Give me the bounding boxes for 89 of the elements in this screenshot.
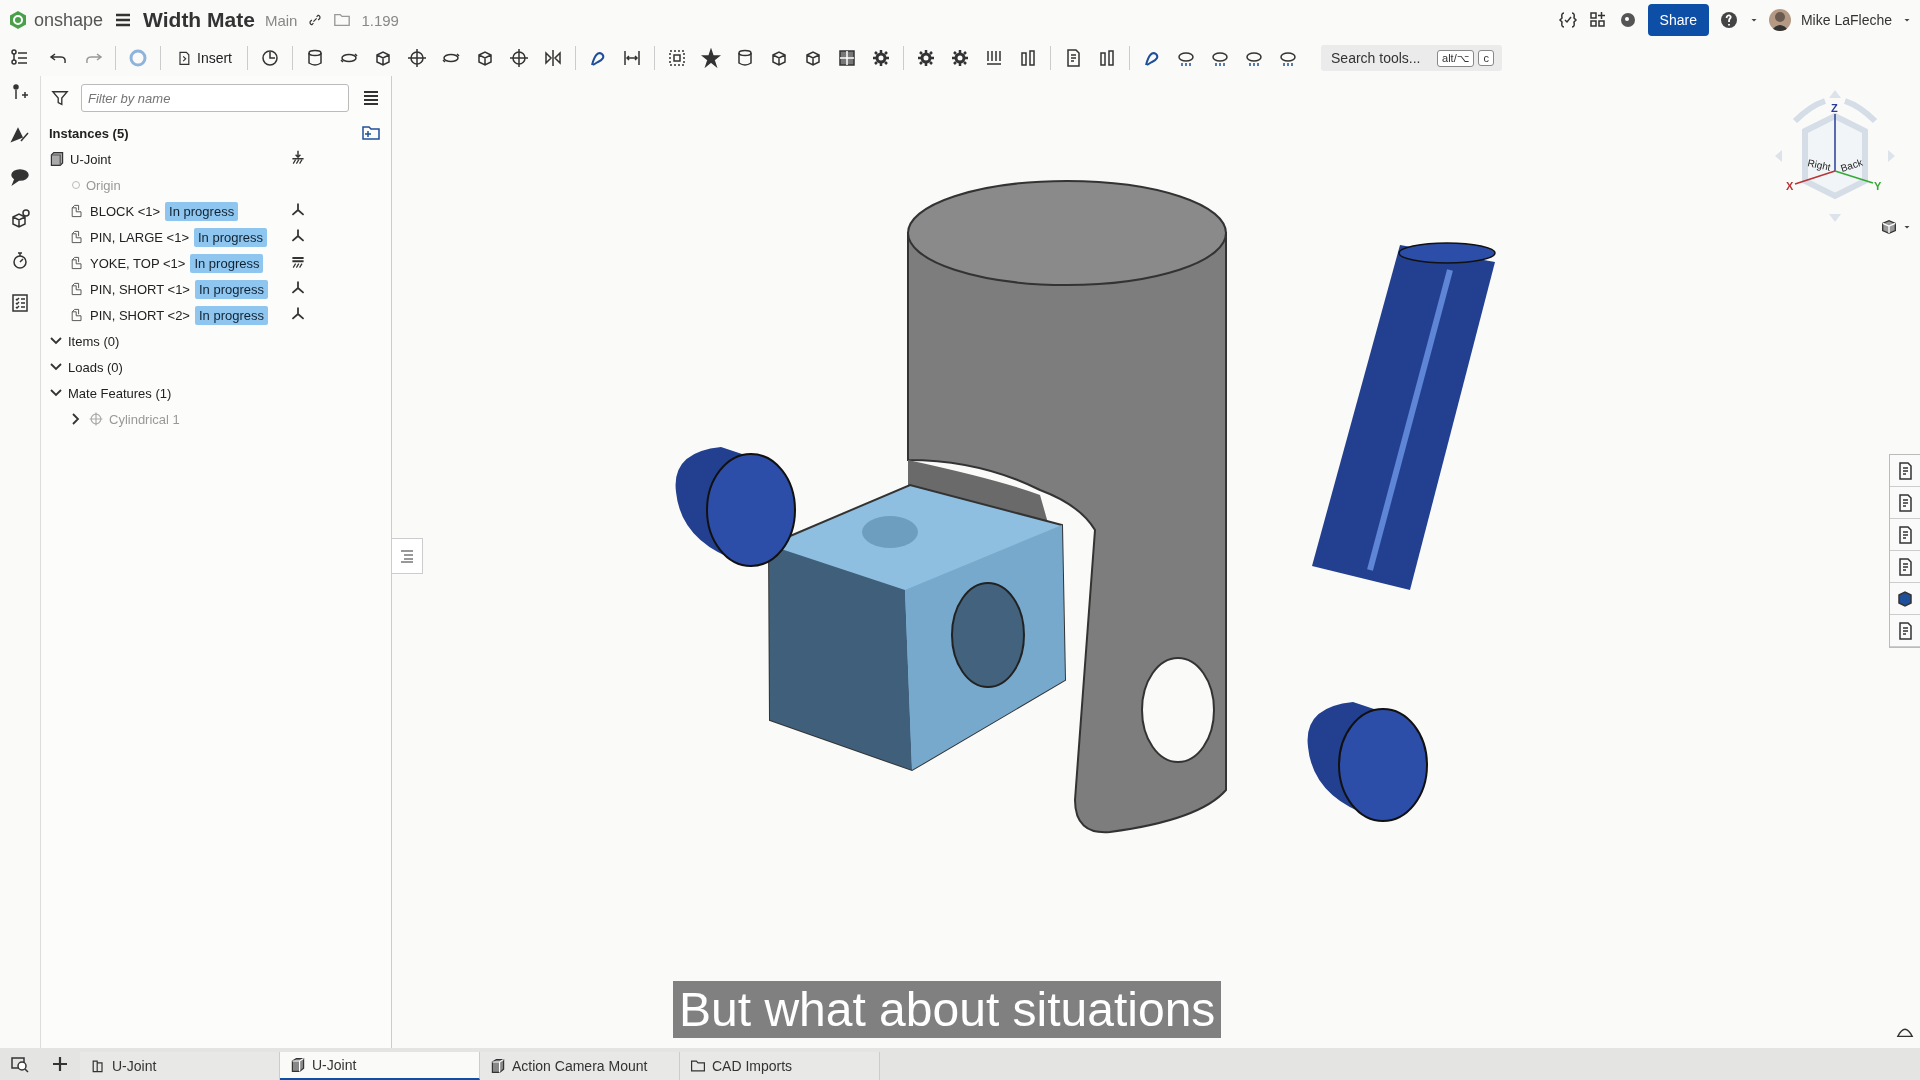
grid-icon[interactable] — [837, 48, 857, 68]
ground-icon — [290, 149, 306, 166]
add-icon[interactable] — [50, 1054, 70, 1074]
status-tag: In progress — [194, 227, 268, 247]
part-icon — [69, 203, 85, 219]
tree-item[interactable]: BLOCK <1> — [90, 203, 161, 219]
filter-field[interactable]: Filter by name — [81, 84, 349, 112]
status-tag: In progress — [165, 201, 239, 221]
status-tag: In progress — [190, 253, 264, 273]
box-icon[interactable] — [769, 48, 789, 68]
user-name[interactable]: Mike LaFleche — [1800, 12, 1892, 28]
comb-icon[interactable] — [984, 48, 1004, 68]
gear-icon[interactable] — [871, 48, 891, 68]
list-toggle-button[interactable] — [392, 538, 423, 574]
origin-icon — [71, 180, 81, 190]
help-icon[interactable] — [1718, 10, 1739, 30]
document-tab[interactable]: Action Camera Mount — [480, 1052, 680, 1080]
cylinder-icon[interactable] — [735, 48, 755, 68]
part-icon — [69, 281, 85, 297]
checklist-icon[interactable] — [10, 293, 30, 313]
shortcut-key: c — [1478, 50, 1494, 66]
tree-list-icon[interactable] — [10, 48, 30, 68]
cube-icon — [290, 1057, 306, 1073]
list-icon[interactable] — [361, 88, 381, 108]
part-icon — [69, 255, 85, 271]
hexagon-logo-icon[interactable] — [8, 10, 28, 30]
shortcut-key: alt/⌥ — [1437, 49, 1475, 67]
star-icon[interactable] — [701, 48, 721, 68]
mirror-icon[interactable] — [543, 48, 563, 68]
pencil-triangle-icon[interactable] — [10, 125, 30, 145]
status-tag: In progress — [194, 305, 268, 325]
list-icon — [399, 548, 415, 564]
crosshair-icon[interactable] — [509, 48, 529, 68]
document-icon — [176, 50, 192, 66]
triad-icon — [290, 305, 306, 322]
triad-icon — [290, 279, 306, 296]
logo-text[interactable]: onshape — [34, 9, 104, 31]
document-tab[interactable]: CAD Imports — [680, 1052, 880, 1080]
search-input[interactable]: Search tools... — [1329, 49, 1433, 67]
document-tab[interactable]: U-Joint — [280, 1052, 480, 1080]
grid-plus-icon[interactable] — [1587, 10, 1608, 30]
tree-item[interactable]: PIN, SHORT <1> — [90, 281, 190, 297]
clock-icon[interactable] — [260, 48, 280, 68]
triad-icon — [290, 201, 306, 218]
stopwatch-icon[interactable] — [10, 251, 30, 271]
document-tab[interactable]: U-Joint — [80, 1052, 280, 1080]
branch-label[interactable]: Main — [264, 11, 298, 29]
tree-item[interactable]: Mate Features (1) — [68, 385, 172, 401]
search-tools-field[interactable]: Search tools... alt/⌥ c — [1321, 45, 1502, 71]
part-icon — [69, 229, 85, 245]
tree-item[interactable]: YOKE, TOP <1> — [90, 255, 186, 271]
measure-icon[interactable] — [622, 48, 642, 68]
caption: But what about situations — [673, 981, 1222, 1038]
parts-icon — [90, 1058, 106, 1074]
cylindrical-mate-icon — [88, 411, 104, 427]
document-title: Width Mate — [143, 8, 255, 32]
triad-icon — [290, 227, 306, 244]
bars-icon[interactable] — [1018, 48, 1038, 68]
part-icon — [69, 307, 85, 323]
section-header: Instances (5) — [49, 125, 129, 141]
search-view-icon[interactable] — [10, 1054, 30, 1074]
tree-item[interactable]: Items (0) — [68, 333, 120, 349]
tree-item[interactable]: PIN, LARGE <1> — [90, 229, 189, 245]
gear-icon[interactable] — [916, 48, 936, 68]
folder-icon[interactable] — [333, 11, 352, 29]
box-icon[interactable] — [475, 48, 495, 68]
link-icon[interactable] — [307, 12, 324, 28]
comment-icon[interactable] — [10, 167, 30, 187]
tree-item[interactable]: Loads (0) — [68, 359, 123, 375]
braces-check-icon[interactable] — [1557, 10, 1578, 30]
gear-icon[interactable] — [950, 48, 970, 68]
tree-item[interactable]: PIN, SHORT <2> — [90, 307, 190, 323]
crosshair-icon[interactable] — [407, 48, 427, 68]
assembly-icon — [49, 151, 65, 167]
filter-icon[interactable] — [51, 89, 69, 107]
tree-item[interactable]: U-Joint — [70, 151, 112, 167]
share-button[interactable]: Share — [1647, 4, 1709, 36]
box-icon[interactable] — [373, 48, 393, 68]
avatar[interactable] — [1768, 9, 1791, 31]
cube-icon — [490, 1058, 506, 1074]
folder-icon — [690, 1058, 706, 1074]
cylinder-icon[interactable] — [305, 48, 325, 68]
insert-button[interactable]: Insert — [168, 46, 240, 70]
cube-question-icon[interactable] — [10, 209, 30, 229]
status-tag: In progress — [194, 279, 268, 299]
bars-icon[interactable] — [1097, 48, 1117, 68]
box-icon[interactable] — [803, 48, 823, 68]
folder-plus-icon[interactable] — [361, 123, 381, 143]
frame-icon[interactable] — [667, 48, 687, 68]
